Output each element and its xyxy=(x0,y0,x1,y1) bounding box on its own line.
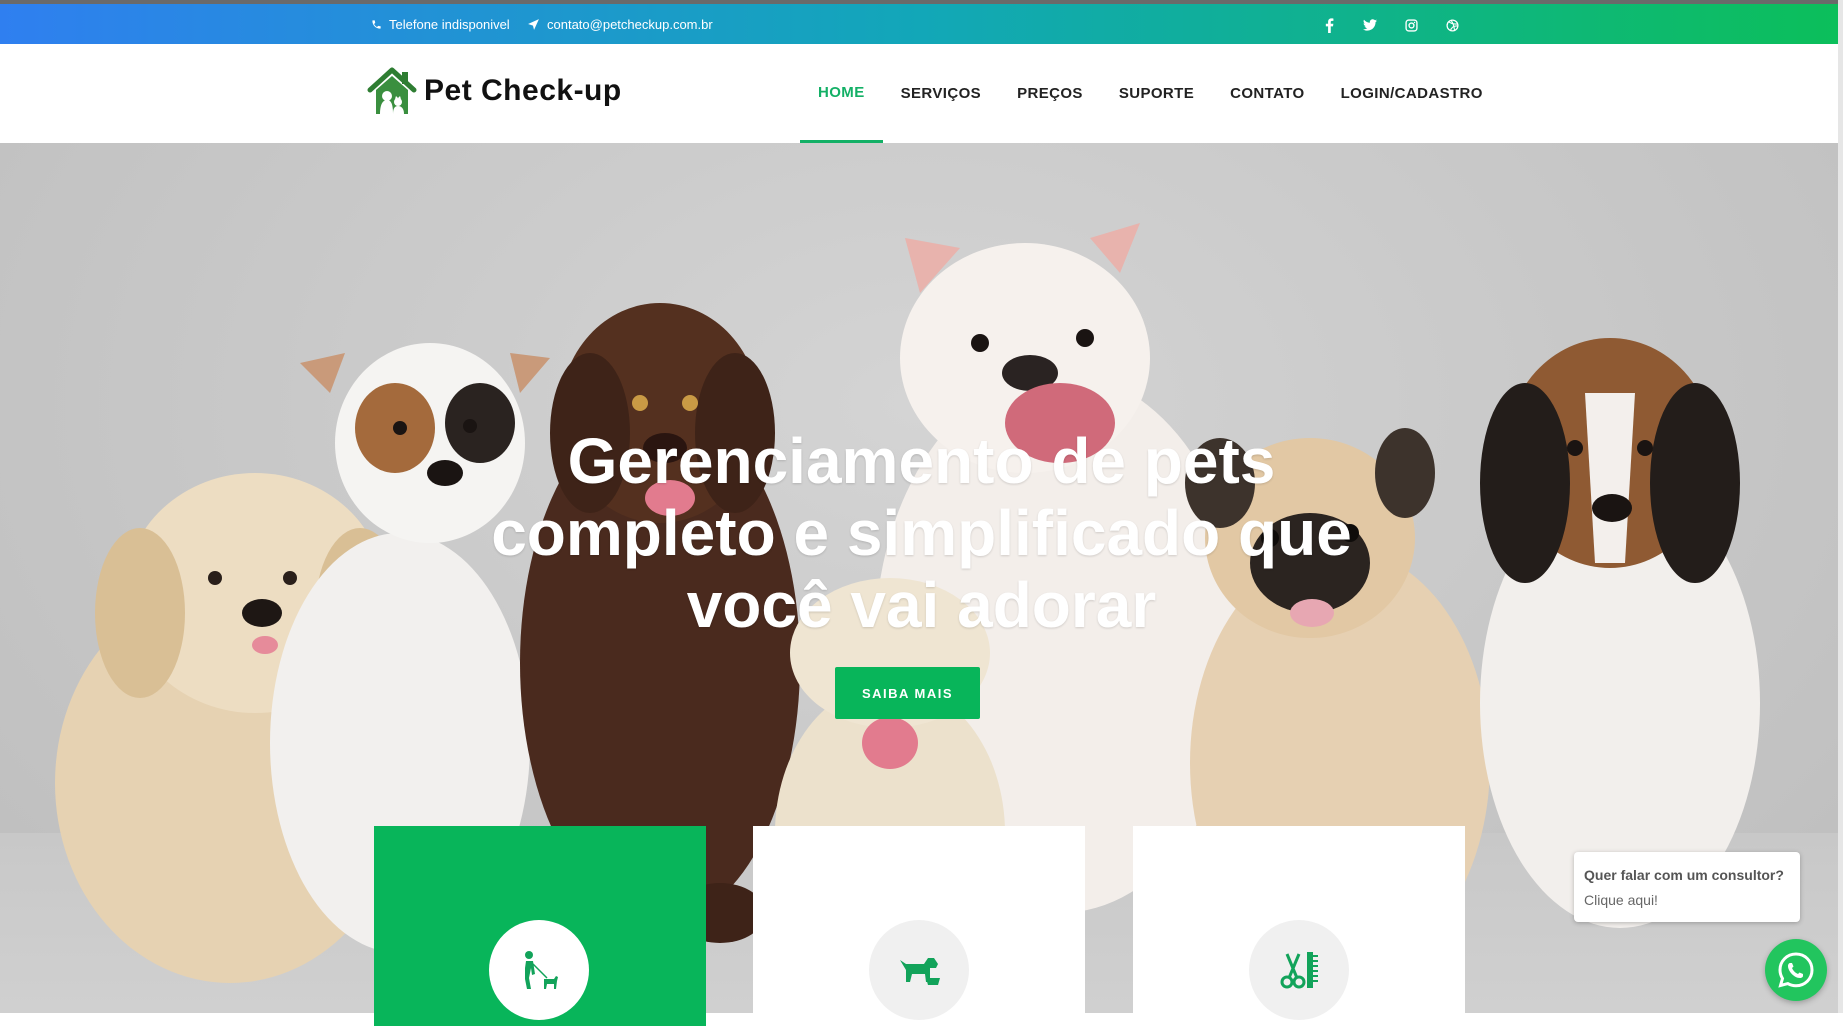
hero-title: Gerenciamento de pets completo e simplif… xyxy=(0,425,1843,641)
chat-subtitle[interactable]: Clique aqui! xyxy=(1584,892,1658,908)
saiba-mais-button[interactable]: SAIBA MAIS xyxy=(835,667,980,719)
email-contact[interactable]: contato@petcheckup.com.br xyxy=(527,17,713,32)
top-contact-bar: Telefone indisponivel contato@petcheckup… xyxy=(0,0,1843,44)
twitter-icon[interactable] xyxy=(1361,16,1379,34)
dog-walking-icon xyxy=(525,951,558,989)
whatsapp-icon xyxy=(1778,952,1814,988)
nav-home[interactable]: HOME xyxy=(800,44,883,143)
dog-feeding-icon xyxy=(900,958,940,985)
paper-plane-icon xyxy=(528,19,539,30)
logo-text: Pet Check-up xyxy=(424,74,622,107)
hero-title-line-1: Gerenciamento de pets xyxy=(567,425,1276,497)
whatsapp-button[interactable] xyxy=(1765,939,1827,1001)
phone-icon xyxy=(372,20,381,29)
site-logo[interactable]: Pet Check-up xyxy=(366,66,622,116)
phone-text: Telefone indisponivel xyxy=(389,17,510,32)
nav-servicos[interactable]: SERVIÇOS xyxy=(883,44,999,143)
social-links xyxy=(1320,16,1461,34)
phone-contact: Telefone indisponivel xyxy=(371,17,510,32)
hero-title-line-2: completo e simplificado que xyxy=(491,497,1352,569)
feature-icon-2 xyxy=(869,920,969,1020)
grooming-icon xyxy=(1280,952,1318,989)
chat-title: Quer falar com um consultor? xyxy=(1584,867,1784,883)
site-header: Pet Check-up HOME SERVIÇOS PREÇOS SUPORT… xyxy=(0,44,1843,144)
consultant-chat-bubble[interactable]: Quer falar com um consultor? Clique aqui… xyxy=(1574,852,1800,922)
page-scrollbar[interactable] xyxy=(1838,0,1843,1013)
nav-contato[interactable]: CONTATO xyxy=(1212,44,1322,143)
nav-precos[interactable]: PREÇOS xyxy=(999,44,1101,143)
nav-login-cadastro[interactable]: LOGIN/CADASTRO xyxy=(1323,44,1501,143)
email-text[interactable]: contato@petcheckup.com.br xyxy=(547,17,713,32)
instagram-icon[interactable] xyxy=(1402,16,1420,34)
feature-icon-3 xyxy=(1249,920,1349,1020)
facebook-icon[interactable] xyxy=(1320,16,1338,34)
feature-icon-1 xyxy=(489,920,589,1020)
hero-title-line-3: você vai adorar xyxy=(686,569,1157,641)
house-pet-icon xyxy=(367,67,417,114)
nav-suporte[interactable]: SUPORTE xyxy=(1101,44,1212,143)
main-nav: HOME SERVIÇOS PREÇOS SUPORTE CONTATO LOG… xyxy=(800,44,1501,143)
dribbble-icon[interactable] xyxy=(1443,16,1461,34)
